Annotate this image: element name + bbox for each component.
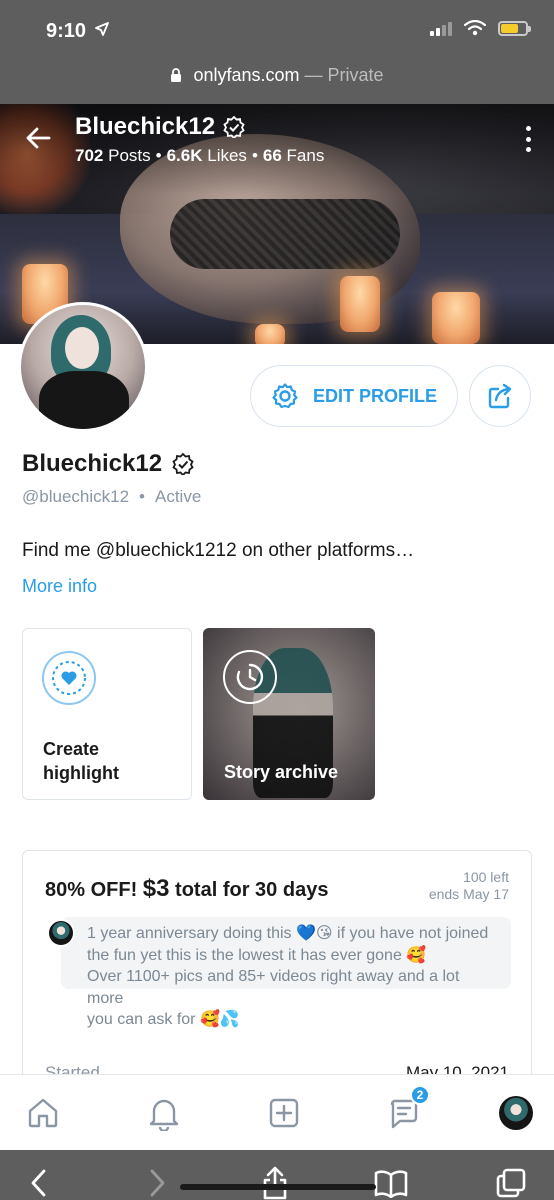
profile-status: Active <box>155 487 202 506</box>
back-arrow-icon[interactable] <box>24 124 52 152</box>
history-clock-icon <box>223 650 277 704</box>
cover-candle <box>432 292 480 344</box>
offer-price: $3 <box>142 875 170 902</box>
book-icon <box>374 1170 408 1198</box>
likes-label: Likes <box>207 146 247 165</box>
offer-message-avatar <box>47 919 75 947</box>
offer-duration: total for 30 days <box>169 879 329 901</box>
home-indicator <box>180 1184 376 1190</box>
nav-notifications[interactable] <box>144 1093 184 1133</box>
offer-message-line: you can ask for 🥰💦 <box>87 1011 240 1028</box>
browser-back[interactable] <box>22 1166 56 1200</box>
browser-tabs[interactable] <box>494 1166 528 1200</box>
highlight-heart-icon <box>42 651 96 705</box>
add-square-icon <box>269 1098 299 1128</box>
profile-avatar[interactable] <box>18 302 148 432</box>
share-icon <box>488 383 512 409</box>
share-upload-icon <box>263 1166 287 1200</box>
home-icon <box>28 1098 58 1128</box>
nav-home[interactable] <box>23 1093 63 1133</box>
messages-badge: 2 <box>410 1085 430 1105</box>
cellular-signal-icon <box>430 20 452 36</box>
bell-icon <box>149 1099 179 1131</box>
browser-share[interactable] <box>258 1166 292 1200</box>
more-info-link[interactable]: More info <box>22 576 97 597</box>
location-arrow-icon <box>94 22 109 36</box>
address-domain: onlyfans.com <box>193 65 300 85</box>
story-archive-card[interactable]: Story archive <box>203 628 375 800</box>
status-time: 9:10 <box>46 20 109 43</box>
nav-profile[interactable] <box>496 1093 536 1133</box>
handle-separator: • <box>139 487 145 506</box>
story-archive-label: Story archive <box>224 762 339 782</box>
offer-message-line: 1 year anniversary doing this 💙😘 if you … <box>87 925 489 942</box>
profile-handle-row: @bluechick12 • Active <box>22 487 201 507</box>
address-private-mode: — Private <box>304 65 384 85</box>
wifi-icon <box>464 20 486 36</box>
cover-name: Bluechick12 <box>75 113 245 141</box>
cover-candle <box>255 324 285 344</box>
likes-count: 6.6K <box>166 146 203 165</box>
edit-profile-label: EDIT PROFILE <box>312 385 437 406</box>
browser-chrome: 9:10 onlyfans.com — Private <box>0 0 554 104</box>
nav-new-post[interactable] <box>264 1093 304 1133</box>
verified-icon <box>223 116 245 138</box>
create-highlight-card[interactable]: Create highlight <box>22 628 192 800</box>
cover-name-text: Bluechick12 <box>75 113 216 140</box>
status-indicators <box>430 20 531 36</box>
profile-bio: Find me @bluechick1212 on other platform… <box>22 540 415 561</box>
status-time-text: 9:10 <box>46 20 87 42</box>
offer-message: 1 year anniversary doing this 💙😘 if you … <box>61 917 511 1028</box>
avatar-image <box>21 305 145 429</box>
nav-messages[interactable]: 2 <box>384 1085 430 1133</box>
battery-icon <box>498 20 531 36</box>
tabs-icon <box>496 1168 526 1198</box>
offer-left-count: 100 left <box>463 869 509 885</box>
offer-meta: 100 left ends May 17 <box>429 869 509 903</box>
cover-stats: 702 Posts • 6.6K Likes • 66 Fans <box>75 146 324 166</box>
browser-bookmarks[interactable] <box>374 1166 408 1200</box>
posts-label: Posts <box>108 146 151 165</box>
browser-forward[interactable] <box>140 1166 174 1200</box>
address-bar[interactable]: onlyfans.com — Private <box>0 65 554 86</box>
gear-icon <box>272 383 298 409</box>
chevron-left-icon <box>31 1169 46 1197</box>
bottom-navigation: 2 <box>0 1074 554 1150</box>
lock-icon <box>171 68 182 82</box>
profile-handle: @bluechick12 <box>22 487 130 506</box>
offer-title: 80% OFF! $3 total for 30 days <box>45 875 328 903</box>
chevron-right-icon <box>150 1169 165 1197</box>
verified-icon <box>172 453 194 475</box>
profile-name: Bluechick12 <box>22 450 194 478</box>
offer-end-date: ends May 17 <box>428 886 509 902</box>
more-options-icon[interactable] <box>524 126 532 152</box>
fans-count: 66 <box>262 146 282 165</box>
cover-candle <box>340 276 380 332</box>
stats-separator: • <box>155 146 162 165</box>
profile-name-text: Bluechick12 <box>22 450 163 477</box>
nav-avatar <box>499 1096 533 1130</box>
cover-lingerie <box>170 199 400 269</box>
subscription-offer-card: 80% OFF! $3 total for 30 days 100 left e… <box>22 850 532 1100</box>
browser-toolbar <box>0 1150 554 1200</box>
stats-separator: • <box>251 146 258 165</box>
fans-label: Fans <box>286 146 325 165</box>
offer-message-line: Over 1100+ pics and 85+ videos right awa… <box>87 968 460 1007</box>
offer-message-line: the fun yet this is the lowest it has ev… <box>87 946 427 964</box>
posts-count: 702 <box>75 146 104 165</box>
edit-profile-button[interactable]: EDIT PROFILE <box>250 365 458 427</box>
offer-discount: 80% OFF! <box>45 879 143 901</box>
share-button[interactable] <box>469 365 531 427</box>
create-highlight-label: Create highlight <box>43 739 119 783</box>
